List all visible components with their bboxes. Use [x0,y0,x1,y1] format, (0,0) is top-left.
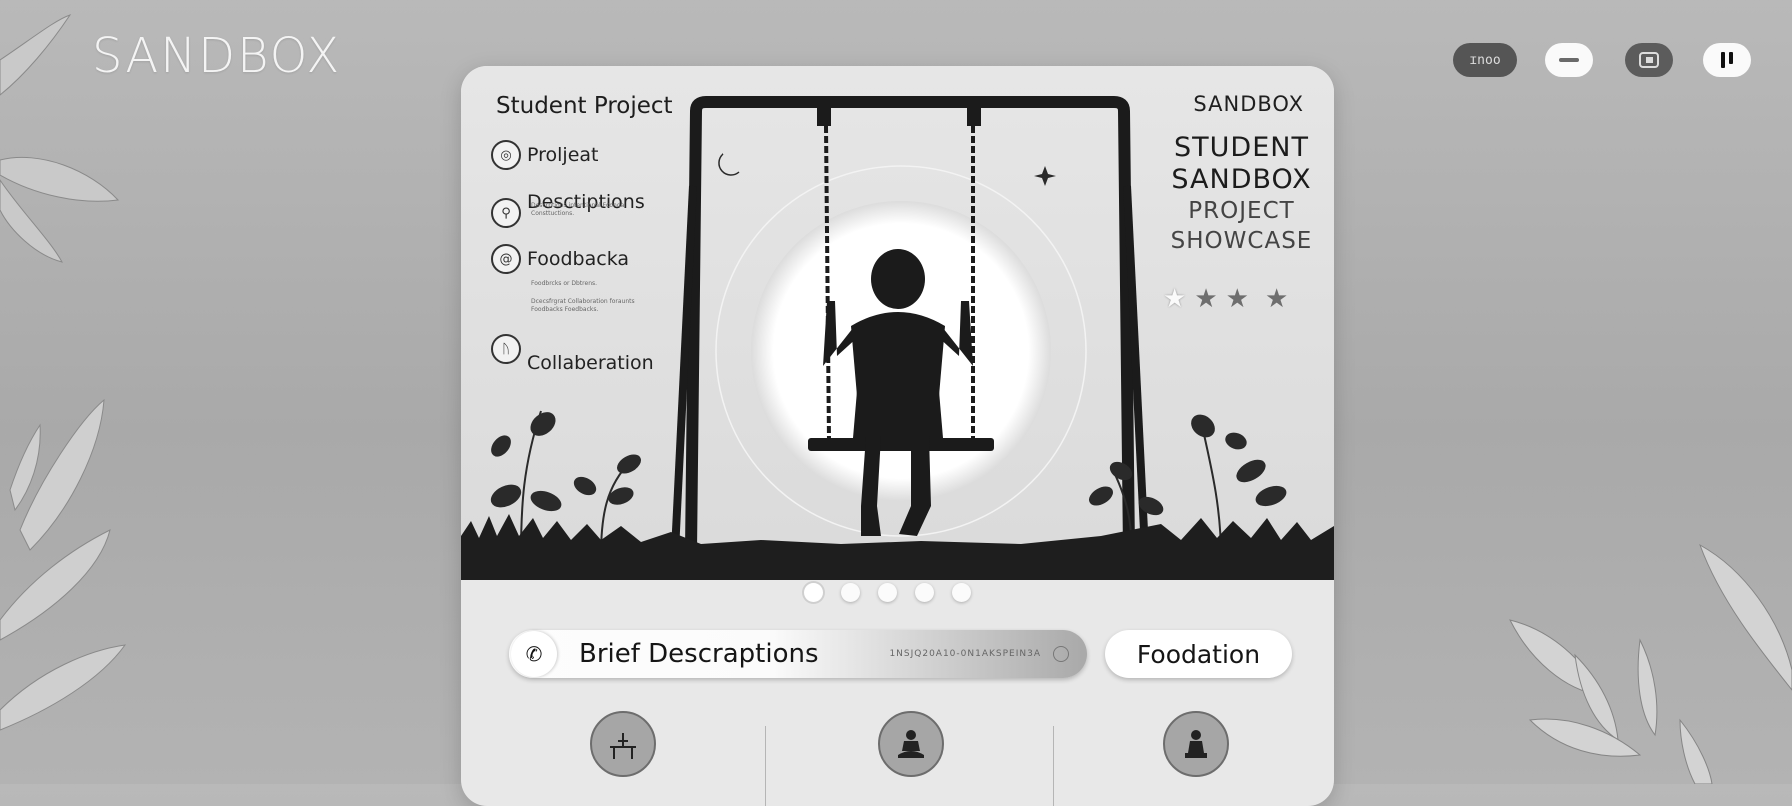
divider [765,726,766,806]
seated-person-icon [1185,730,1207,758]
pause-icon [1721,52,1733,68]
foundation-button[interactable]: Foodation [1105,630,1292,678]
pause-button[interactable] [1703,43,1751,77]
target-icon: ◎ [491,140,521,170]
side-title-line: STUDENT [1174,132,1309,163]
person-icon: ⚲ [491,198,521,228]
feature-feedback[interactable]: @ Foodbacka Foodbrcks or Dbtrens. [491,244,630,287]
feature-collaboration[interactable]: ᚢ Collaberation Dcecsfrgrat Collaboratio… [491,296,654,374]
easel-icon-button[interactable] [590,711,656,777]
side-title: STUDENT SANDBOX PROJECT SHOWCASE [1159,132,1324,256]
feature-description: Dcecsfrgrat Collaboration foraunts Foodb… [531,298,635,313]
side-subtitle-line: PROJECT [1188,198,1295,224]
seated-person-icon-button[interactable] [1163,711,1229,777]
pill-toggle-label: ɪnoo [1469,52,1501,68]
brand-logo: SANDBOX [92,28,342,84]
carousel-dot[interactable] [952,583,971,602]
side-subtitle-line: SHOWCASE [1170,228,1313,254]
star-rating[interactable]: ★ ★ ★ ★ [1163,284,1288,314]
meditation-icon [898,730,924,758]
feature-descriptions[interactable]: ⚲ Desctiptions Descrptions intentional F… [491,176,645,228]
leaves-bottom-left-decoration [0,398,127,731]
star-empty-icon[interactable]: ★ [1194,284,1217,314]
mic-icon[interactable] [1053,646,1069,662]
toggle-control-button[interactable]: ɪnoo [1453,43,1517,77]
star-filled-icon[interactable]: ★ [1163,284,1186,314]
search-value: Brief Descraptions [579,639,819,669]
project-card: Student Project ◎ Proljeat ⚲ Desctiption… [461,66,1334,806]
side-brand: SANDBOX [1193,92,1304,116]
meditation-icon-button[interactable] [878,711,944,777]
search-meta-text: 1NSJQ20A10-0N1AKSPEIN3A [889,649,1041,659]
feature-description: Foodbrcks or Dbtrens. [531,280,598,287]
minus-icon [1559,58,1579,62]
window-button[interactable] [1625,43,1673,77]
rune-icon: ᚢ [491,334,521,364]
feature-description: Descrptions intentional Fconda Consttuct… [531,202,625,217]
side-title-line: SANDBOX [1171,164,1312,195]
feature-label: Collaberation [527,352,654,374]
hero-title: Student Project [496,93,673,119]
easel-icon [610,733,636,759]
search-input[interactable]: ✆ Brief Descraptions 1NSJQ20A10-0N1AKSPE… [509,630,1087,678]
feature-label: Foodbacka [527,248,630,270]
star-empty-icon[interactable]: ★ [1226,284,1249,314]
carousel-dot[interactable] [878,583,897,602]
spiral-icon: @ [491,244,521,274]
minimize-button[interactable] [1545,43,1593,77]
feature-label: Proljeat [527,144,599,166]
feature-project[interactable]: ◎ Proljeat [491,140,598,170]
divider [1053,726,1054,806]
hero-illustration: Student Project ◎ Proljeat ⚲ Desctiption… [461,66,1334,580]
carousel-dot[interactable] [804,583,823,602]
star-empty-icon[interactable]: ★ [1265,284,1288,314]
carousel-indicator [804,583,971,602]
carousel-dot[interactable] [915,583,934,602]
phone-icon[interactable]: ✆ [511,631,557,677]
carousel-dot[interactable] [841,583,860,602]
leaves-bottom-right-decoration [1509,543,1792,784]
window-icon [1639,52,1659,68]
